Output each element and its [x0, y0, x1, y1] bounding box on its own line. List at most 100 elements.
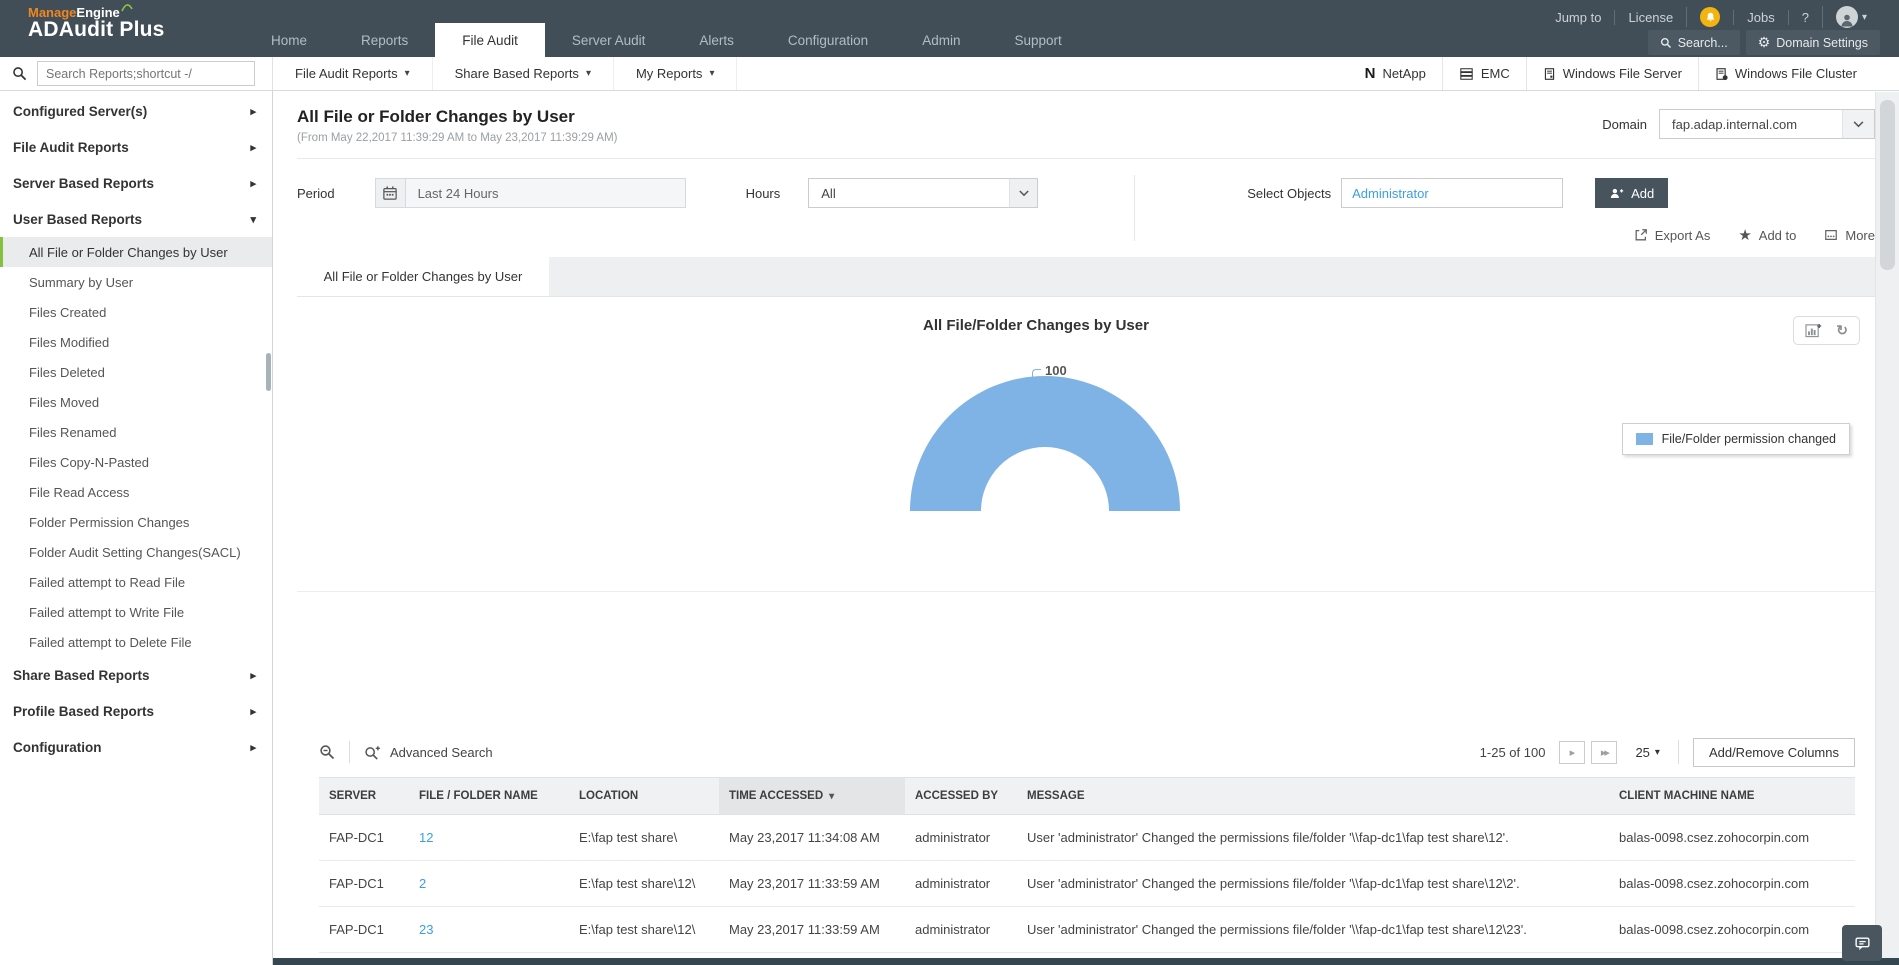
- help-button[interactable]: ?: [1788, 10, 1822, 25]
- cell-location: E:\fap test share\12\: [569, 907, 719, 953]
- change-chart-type-icon[interactable]: [1805, 323, 1822, 338]
- sidebar-item-configured-servers[interactable]: Configured Server(s)▸: [0, 93, 272, 129]
- sidebar-item-files-copy-n-pasted[interactable]: Files Copy-N-Pasted: [0, 447, 272, 477]
- tab-admin[interactable]: Admin: [895, 23, 987, 57]
- sidebar-item-file-audit-reports[interactable]: File Audit Reports▸: [0, 129, 272, 165]
- advanced-search-button[interactable]: Advanced Search: [364, 745, 493, 760]
- person-add-icon: [1609, 187, 1624, 200]
- domain-select[interactable]: fap.adap.internal.com: [1659, 109, 1875, 139]
- sidebar-item-configuration[interactable]: Configuration▸: [0, 729, 272, 765]
- half-donut-chart[interactable]: [910, 376, 1180, 511]
- col-header-time-accessed[interactable]: TIME ACCESSED▾: [719, 778, 905, 815]
- next-page-button[interactable]: ▸: [1559, 741, 1585, 764]
- add-object-button[interactable]: Add: [1595, 178, 1668, 208]
- column-search-icon[interactable]: [319, 744, 335, 760]
- tab-home[interactable]: Home: [244, 23, 334, 57]
- page-scrollbar[interactable]: [1875, 92, 1899, 958]
- export-as-button[interactable]: Export As: [1634, 228, 1711, 243]
- period-input[interactable]: Last 24 Hours: [406, 178, 686, 208]
- sidebar-item-share-based-reports[interactable]: Share Based Reports▸: [0, 657, 272, 693]
- tab-all-file-folder-changes[interactable]: All File or Folder Changes by User: [297, 257, 549, 296]
- last-page-button[interactable]: ▸▸: [1591, 741, 1617, 764]
- global-search-button[interactable]: Search...: [1648, 30, 1740, 55]
- chevron-down-icon: ▾: [250, 213, 256, 226]
- search-icon: [1660, 37, 1672, 49]
- sidebar-item-profile-based-reports[interactable]: Profile Based Reports▸: [0, 693, 272, 729]
- sidebar-item-files-created[interactable]: Files Created: [0, 297, 272, 327]
- product-name: ADAudit Plus: [28, 18, 165, 42]
- chat-bubble-icon: [1854, 935, 1871, 952]
- menu-my-reports[interactable]: My Reports▾: [614, 57, 738, 90]
- file-name-link[interactable]: 12: [409, 815, 569, 861]
- sidebar-item-files-modified[interactable]: Files Modified: [0, 327, 272, 357]
- sidebar-item-file-read-access[interactable]: File Read Access: [0, 477, 272, 507]
- filter-divider: [1134, 175, 1135, 241]
- cell-accessed-by: administrator: [905, 815, 1017, 861]
- sidebar-item-folder-permission-changes[interactable]: Folder Permission Changes: [0, 507, 272, 537]
- select-objects-input[interactable]: [1341, 178, 1563, 208]
- page-scrollbar-thumb[interactable]: [1880, 100, 1895, 270]
- add-remove-columns-button[interactable]: Add/Remove Columns: [1693, 738, 1855, 767]
- brand-logo: ManageEngine ADAudit Plus: [28, 5, 165, 42]
- sidebar-item-all-file-folder-changes[interactable]: All File or Folder Changes by User: [0, 237, 272, 267]
- domain-settings-button[interactable]: ⚙ Domain Settings: [1746, 30, 1880, 55]
- emc-link[interactable]: EMC: [1442, 57, 1526, 90]
- col-header-message[interactable]: MESSAGE: [1017, 778, 1609, 815]
- sidebar-item-folder-audit-setting-changes[interactable]: Folder Audit Setting Changes(SACL): [0, 537, 272, 567]
- menu-file-audit-reports[interactable]: File Audit Reports▾: [273, 57, 433, 90]
- calendar-icon[interactable]: [375, 178, 406, 208]
- col-header-client-machine-name[interactable]: CLIENT MACHINE NAME: [1609, 778, 1855, 815]
- cell-accessed-by: administrator: [905, 907, 1017, 953]
- netapp-link[interactable]: N NetApp: [1349, 57, 1442, 90]
- windows-file-server-link[interactable]: Windows File Server: [1526, 57, 1698, 90]
- col-header-file-folder-name[interactable]: FILE / FOLDER NAME: [409, 778, 569, 815]
- tab-configuration[interactable]: Configuration: [761, 23, 895, 57]
- windows-file-cluster-link[interactable]: Windows File Cluster: [1698, 57, 1873, 90]
- jump-to-link[interactable]: Jump to: [1542, 10, 1614, 25]
- user-avatar-icon[interactable]: [1836, 6, 1858, 28]
- col-header-accessed-by[interactable]: ACCESSED BY: [905, 778, 1017, 815]
- tab-server-audit[interactable]: Server Audit: [545, 23, 673, 57]
- sidebar-item-server-based-reports[interactable]: Server Based Reports▸: [0, 165, 272, 201]
- more-button[interactable]: More: [1824, 228, 1875, 243]
- caret-down-icon: ▾: [405, 68, 410, 79]
- chat-button[interactable]: [1842, 925, 1882, 961]
- file-server-icon: [1543, 67, 1556, 81]
- tab-file-audit[interactable]: File Audit: [435, 23, 545, 57]
- export-icon: [1634, 228, 1648, 242]
- tab-reports[interactable]: Reports: [334, 23, 435, 57]
- cell-server: FAP-DC1: [319, 861, 409, 907]
- sidebar-item-files-moved[interactable]: Files Moved: [0, 387, 272, 417]
- sidebar-item-failed-write-file[interactable]: Failed attempt to Write File: [0, 597, 272, 627]
- menu-share-based-reports[interactable]: Share Based Reports▾: [433, 57, 614, 90]
- file-name-link[interactable]: 2: [409, 861, 569, 907]
- hours-select[interactable]: All: [808, 178, 1038, 208]
- refresh-chart-icon[interactable]: ↻: [1836, 322, 1848, 339]
- report-search-input[interactable]: [37, 61, 255, 86]
- col-header-server[interactable]: SERVER: [319, 778, 409, 815]
- add-to-button[interactable]: ★ Add to: [1738, 226, 1796, 244]
- sidebar-item-files-deleted[interactable]: Files Deleted: [0, 357, 272, 387]
- col-header-location[interactable]: LOCATION: [569, 778, 719, 815]
- file-cluster-icon: [1715, 67, 1728, 81]
- cell-time-accessed: May 23,2017 11:33:59 AM: [719, 861, 905, 907]
- sidebar-item-summary-by-user[interactable]: Summary by User: [0, 267, 272, 297]
- bell-icon[interactable]: [1700, 7, 1720, 27]
- sidebar-item-failed-delete-file[interactable]: Failed attempt to Delete File: [0, 627, 272, 657]
- license-link[interactable]: License: [1614, 10, 1686, 25]
- tab-alerts[interactable]: Alerts: [672, 23, 761, 57]
- page-size-select[interactable]: 25 ▾: [1635, 745, 1660, 760]
- sidebar-scrollbar-thumb[interactable]: [266, 353, 271, 391]
- search-icon[interactable]: [12, 66, 27, 81]
- chart-legend[interactable]: File/Folder permission changed: [1622, 423, 1850, 455]
- tab-support[interactable]: Support: [987, 23, 1088, 57]
- domain-label: Domain: [1602, 117, 1647, 132]
- sidebar-item-files-renamed[interactable]: Files Renamed: [0, 417, 272, 447]
- more-icon: [1824, 228, 1838, 242]
- notification-item[interactable]: [1686, 7, 1733, 27]
- jobs-link[interactable]: Jobs: [1733, 10, 1787, 25]
- sidebar-item-user-based-reports[interactable]: User Based Reports▾: [0, 201, 272, 237]
- user-menu[interactable]: ▾: [1822, 6, 1880, 28]
- file-name-link[interactable]: 23: [409, 907, 569, 953]
- sidebar-item-failed-read-file[interactable]: Failed attempt to Read File: [0, 567, 272, 597]
